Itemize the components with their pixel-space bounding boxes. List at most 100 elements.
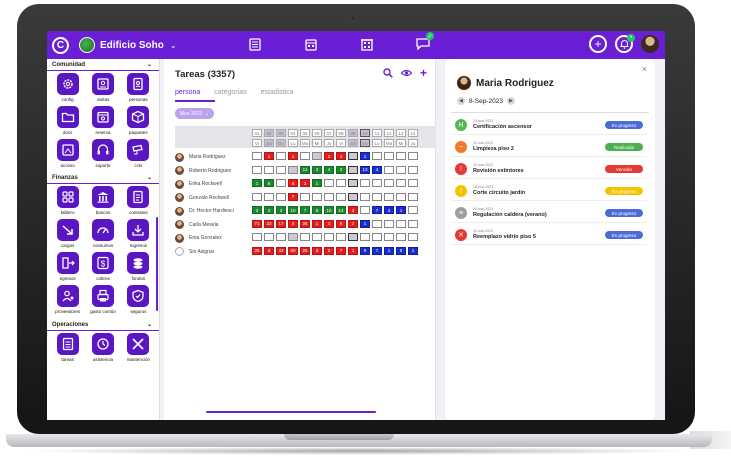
task-count-cell[interactable]: 1 xyxy=(312,179,322,187)
task-count-cell[interactable]: 2 xyxy=(324,246,334,255)
task-count-cell[interactable]: 11 xyxy=(300,165,310,174)
task-count-cell[interactable] xyxy=(300,152,310,160)
task-count-cell[interactable]: 7 xyxy=(288,192,298,201)
task-count-cell[interactable] xyxy=(336,233,346,241)
sidebar-item-fondos[interactable]: fondos xyxy=(121,252,156,282)
section-operaciones[interactable]: Operaciones ⌄ xyxy=(47,319,159,331)
task-count-cell[interactable]: 26 xyxy=(300,219,310,228)
person-row[interactable]: Maria Rodriguez 1 1 2 4 1 xyxy=(175,152,418,162)
task-count-cell[interactable] xyxy=(312,152,322,160)
task-count-cell[interactable]: 4 xyxy=(372,165,382,174)
task-count-cell[interactable] xyxy=(408,179,418,187)
task-count-cell[interactable] xyxy=(252,152,262,160)
building-icon[interactable] xyxy=(359,36,375,52)
task-count-cell[interactable]: 10 xyxy=(324,206,334,214)
status-badge[interactable]: Vencido xyxy=(605,165,643,173)
task-count-cell[interactable] xyxy=(264,192,274,201)
status-badge[interactable]: En progreso xyxy=(605,209,643,217)
calendar-icon[interactable] xyxy=(303,36,319,52)
task-count-cell[interactable] xyxy=(408,165,418,174)
sidebar-item-asistencia[interactable]: asistencia xyxy=(85,333,120,363)
chat-icon[interactable]: ✓ xyxy=(415,32,434,52)
person-row[interactable]: Roberto Rodriguez 11 3 4 3 13 4 xyxy=(175,165,418,176)
sidebar-item-contratos[interactable]: contratos xyxy=(121,186,156,216)
sidebar-item-tablero[interactable]: tablero xyxy=(50,186,85,216)
task-count-cell[interactable]: 1 xyxy=(408,246,418,255)
task-count-cell[interactable] xyxy=(288,233,298,241)
task-count-cell[interactable]: 71 xyxy=(252,219,262,228)
task-count-cell[interactable]: 1 xyxy=(348,246,358,255)
tab-estadistica[interactable]: estadistica xyxy=(261,89,294,96)
task-count-cell[interactable] xyxy=(276,152,286,160)
task-count-cell[interactable] xyxy=(324,179,334,187)
task-count-cell[interactable] xyxy=(336,192,346,201)
sidebar-item-cctv[interactable]: cctv xyxy=(121,139,156,169)
list-item[interactable]: ✕ 20-mar-2023 Reemplazo vidrio piso 5 En pr… xyxy=(451,227,647,245)
close-icon[interactable]: × xyxy=(642,64,647,74)
tab-categorias[interactable]: categorias xyxy=(214,89,246,96)
task-count-cell[interactable]: 60 xyxy=(288,246,298,255)
chevron-down-icon[interactable]: ⌄ xyxy=(170,41,177,50)
task-count-cell[interactable] xyxy=(348,152,358,160)
sidebar-item-cargos[interactable]: cargos xyxy=(50,219,85,249)
section-finanzas[interactable]: Finanzas ⌄ xyxy=(47,172,159,184)
sidebar-item-consumos[interactable]: consumos xyxy=(85,219,120,249)
task-count-cell[interactable] xyxy=(252,192,262,201)
sidebar-item-tareas[interactable]: tareas xyxy=(50,333,85,363)
person-row[interactable]: Dr. Hector Hardiesci 2 3 3 10 7 8 10 14 3 7 4 1 xyxy=(175,206,418,216)
task-count-cell[interactable]: 4 xyxy=(264,246,274,255)
task-count-cell[interactable] xyxy=(396,219,406,228)
task-count-cell[interactable] xyxy=(324,192,334,201)
list-item[interactable]: ! 18-mar-2023 Corte circuito jardín En prog… xyxy=(451,183,647,201)
task-count-cell[interactable] xyxy=(372,233,382,241)
task-count-cell[interactable] xyxy=(276,192,286,201)
status-badge[interactable]: En progreso xyxy=(605,187,643,195)
task-count-cell[interactable] xyxy=(384,152,394,160)
task-count-cell[interactable] xyxy=(324,233,334,241)
brand[interactable]: C Edificio Soho ⌄ xyxy=(52,36,177,54)
task-count-cell[interactable] xyxy=(264,233,274,241)
sidebar-item-config[interactable]: config xyxy=(50,73,85,103)
task-count-cell[interactable] xyxy=(264,165,274,174)
task-count-cell[interactable]: 1 xyxy=(324,219,334,228)
sidebar-scrollbar[interactable] xyxy=(156,217,158,311)
task-count-cell[interactable]: 1 xyxy=(264,152,274,160)
task-count-cell[interactable]: 7 xyxy=(336,246,346,255)
task-count-cell[interactable]: 2 xyxy=(252,206,262,214)
task-count-cell[interactable] xyxy=(336,179,346,187)
task-count-cell[interactable]: 13 xyxy=(360,165,370,174)
task-count-cell[interactable] xyxy=(360,192,370,201)
sidebar-item-docs[interactable]: docs xyxy=(50,106,85,136)
task-count-cell[interactable]: 1 xyxy=(396,206,406,214)
task-count-cell[interactable]: 1 xyxy=(384,246,394,255)
task-count-cell[interactable]: 5 xyxy=(336,219,346,228)
task-count-cell[interactable] xyxy=(408,233,418,241)
sidebar-item-cobros[interactable]: $ cobros xyxy=(85,252,120,282)
task-count-cell[interactable] xyxy=(252,165,262,174)
task-count-cell[interactable] xyxy=(252,233,262,241)
sidebar-item-bancos[interactable]: bancos xyxy=(85,186,120,216)
task-count-cell[interactable]: 17 xyxy=(276,219,286,228)
task-count-cell[interactable] xyxy=(408,192,418,201)
task-count-cell[interactable]: 8 xyxy=(396,246,406,255)
list-item[interactable]: ≡ 20-mar-2023 Regulación caldera (verano) E… xyxy=(451,205,647,223)
tab-persona[interactable]: persona xyxy=(175,89,200,96)
task-count-cell[interactable]: 10 xyxy=(288,206,298,214)
user-avatar[interactable] xyxy=(641,35,659,53)
task-count-cell[interactable] xyxy=(348,165,358,174)
task-count-cell[interactable]: 1 xyxy=(252,179,262,187)
task-count-cell[interactable] xyxy=(288,165,298,174)
task-count-cell[interactable]: 3 xyxy=(276,206,286,214)
chevron-down-icon[interactable]: ⌄ xyxy=(147,61,152,68)
sidebar-item-egresos[interactable]: egresos xyxy=(50,252,85,282)
chevron-down-icon[interactable]: ⌄ xyxy=(147,174,152,181)
task-count-cell[interactable]: 4 xyxy=(288,179,298,187)
add-button[interactable]: + xyxy=(589,35,607,53)
person-row[interactable]: Sin Asignar 26 4 43 60 25 3 2 7 1 9 7 1 8 1 xyxy=(175,246,418,257)
notifications-button[interactable]: • xyxy=(615,34,635,53)
task-count-cell[interactable]: 3 xyxy=(336,165,346,174)
task-count-cell[interactable]: 7 xyxy=(372,246,382,255)
sidebar-item-seguros[interactable]: seguros xyxy=(121,285,156,315)
status-badge[interactable]: En progreso xyxy=(605,121,643,129)
task-count-cell[interactable] xyxy=(396,233,406,241)
